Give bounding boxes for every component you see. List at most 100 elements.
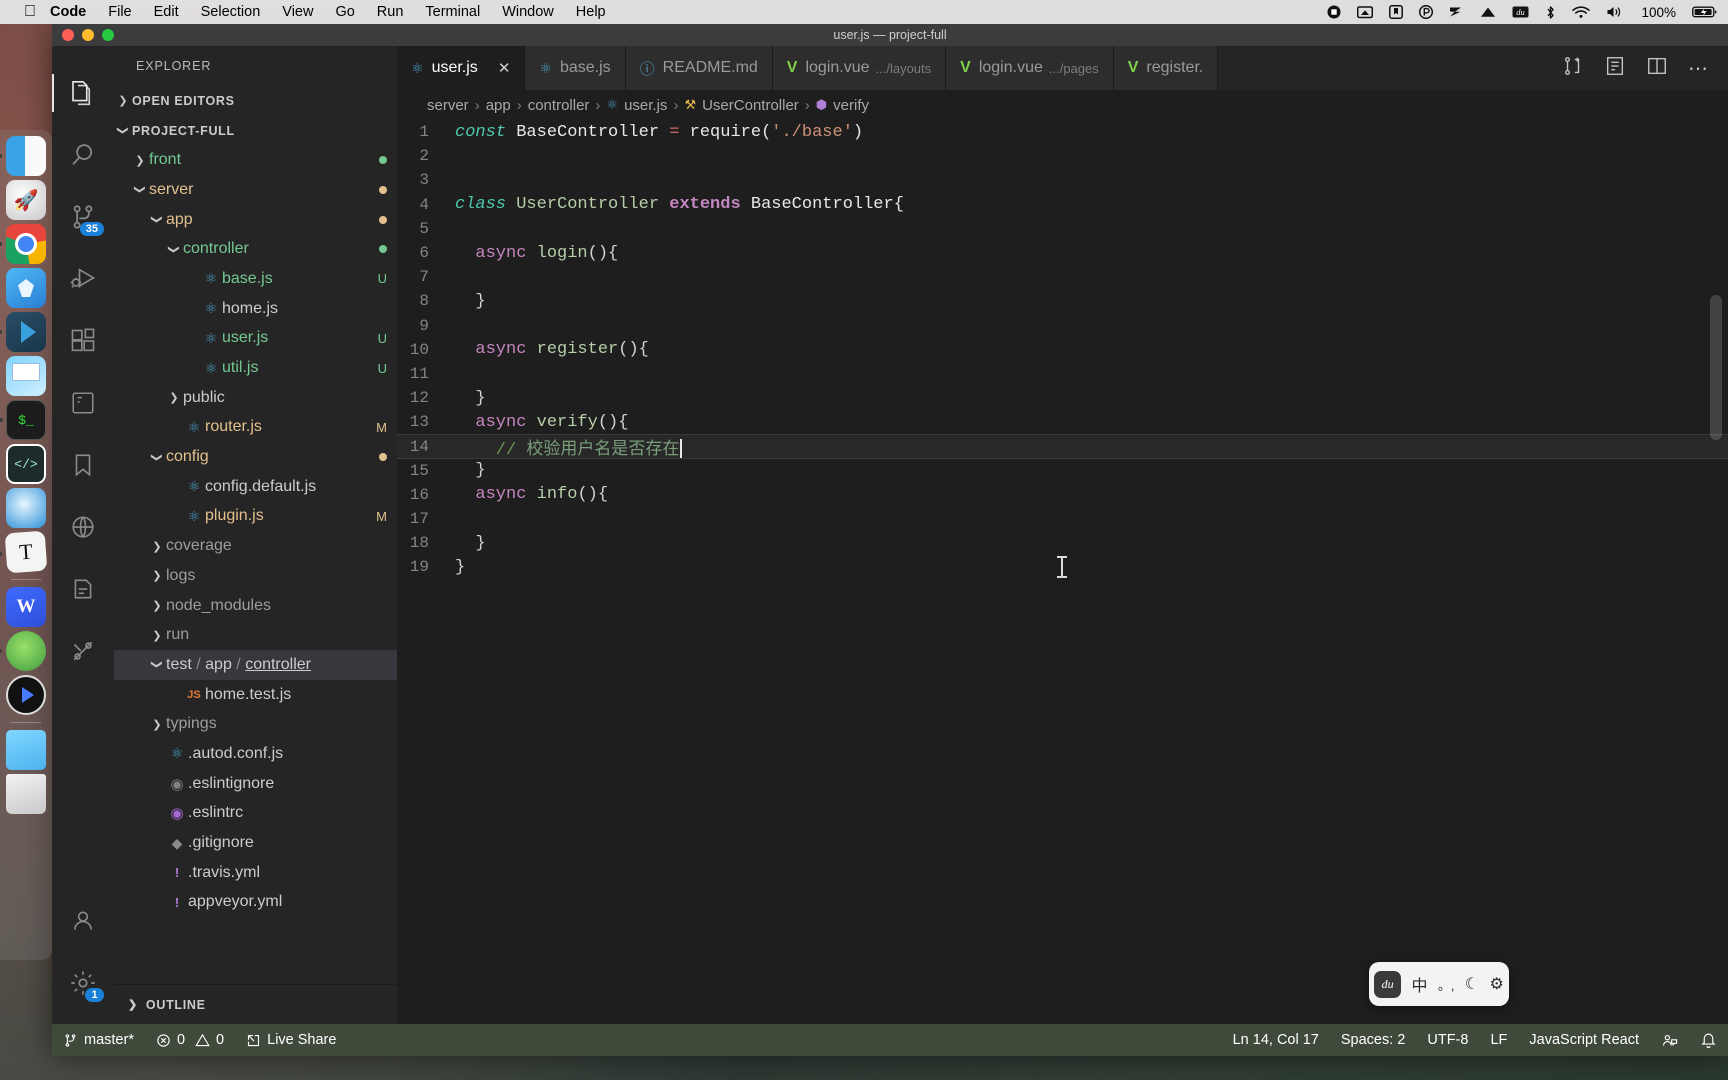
tree-item-test-app-controller[interactable]: ❯ test / app / controller: [114, 650, 397, 680]
status-language-mode[interactable]: JavaScript React: [1518, 1024, 1650, 1056]
code-line[interactable]: 6 async login(){: [397, 241, 1728, 265]
triangle-icon[interactable]: [1480, 5, 1496, 19]
ime-moon-icon[interactable]: ☾: [1465, 974, 1479, 994]
breadcrumb-item-controller[interactable]: controller: [528, 97, 590, 114]
dock-trash-icon[interactable]: [6, 774, 46, 814]
code-line[interactable]: 2: [397, 144, 1728, 168]
close-tab-icon[interactable]: ✕: [498, 59, 511, 77]
tree-item-run[interactable]: ❯ run: [114, 620, 397, 650]
menu-item-edit[interactable]: Edit: [154, 4, 179, 20]
baidu-ime-logo-icon[interactable]: du: [1374, 970, 1402, 998]
tree-item-util.js[interactable]: ⚛ util.js U: [114, 353, 397, 383]
activity-bookmarks[interactable]: [52, 434, 114, 496]
bluetooth-icon[interactable]: [1545, 5, 1556, 20]
status-eol[interactable]: LF: [1479, 1024, 1518, 1056]
dock-finder-icon[interactable]: [6, 136, 46, 176]
menu-item-terminal[interactable]: Terminal: [425, 4, 480, 20]
tab-base-js[interactable]: ⚛ base.js: [525, 46, 626, 90]
menu-item-help[interactable]: Help: [576, 4, 606, 20]
volume-icon[interactable]: [1606, 5, 1623, 19]
activity-settings[interactable]: 1: [52, 952, 114, 1014]
activity-remote[interactable]: [52, 372, 114, 434]
activity-todo[interactable]: [52, 558, 114, 620]
code-line[interactable]: 4 class UserController extends BaseContro…: [397, 193, 1728, 217]
status-indentation[interactable]: Spaces: 2: [1330, 1024, 1417, 1056]
menu-item-window[interactable]: Window: [502, 4, 554, 20]
breadcrumb-item-usercontroller[interactable]: ⚒ UserController: [684, 97, 798, 114]
tree-section-project-full[interactable]: ❯ PROJECT-FULL: [114, 116, 397, 146]
activity-accounts[interactable]: [52, 890, 114, 952]
dock-media-player-icon[interactable]: [6, 675, 46, 715]
tree-item-logs[interactable]: ❯ logs: [114, 561, 397, 591]
tab-user-js[interactable]: ⚛ user.js ✕: [397, 46, 526, 90]
code-line[interactable]: 8 }: [397, 289, 1728, 313]
code-line[interactable]: 17: [397, 507, 1728, 531]
menu-item-file[interactable]: File: [108, 4, 131, 20]
tab-register-[interactable]: Vregister.: [1113, 46, 1219, 90]
activity-browser-preview[interactable]: [52, 496, 114, 558]
dock-downloads-folder-icon[interactable]: [6, 730, 46, 770]
code-line[interactable]: 10 async register(){: [397, 338, 1728, 362]
code-line[interactable]: 18 }: [397, 531, 1728, 555]
activity-extensions[interactable]: [52, 310, 114, 372]
code-line[interactable]: 15 }: [397, 459, 1728, 483]
tree-item-.eslintrc[interactable]: ◉ .eslintrc: [114, 799, 397, 829]
record-icon[interactable]: [1327, 5, 1341, 19]
status-notifications-icon[interactable]: [1689, 1024, 1728, 1056]
tree-item-home.test.js[interactable]: JS home.test.js: [114, 680, 397, 710]
tree-item-appveyor.yml[interactable]: ! appveyor.yml: [114, 888, 397, 918]
tab-login-vue-pages[interactable]: Vlogin.vue .../pages: [946, 46, 1114, 90]
breadcrumb-item-user-js[interactable]: ⚛ user.js: [606, 97, 667, 114]
tree-item-router.js[interactable]: ⚛ router.js M: [114, 413, 397, 443]
dock-terminal-icon[interactable]: $_: [6, 400, 46, 440]
outline-section[interactable]: ❯ OUTLINE: [114, 984, 397, 1024]
more-actions-icon[interactable]: ⋯: [1688, 56, 1710, 81]
code-line[interactable]: 9: [397, 314, 1728, 338]
tree-item-front[interactable]: ❯ front: [114, 145, 397, 175]
dock-launchpad-icon[interactable]: 🚀: [6, 180, 46, 220]
status-feedback-icon[interactable]: [1650, 1024, 1689, 1056]
breadcrumb-item-verify[interactable]: ⬢ verify: [816, 97, 869, 114]
ime-punctuation-icon[interactable]: 。,: [1438, 975, 1455, 994]
tree-item-.autod.conf.js[interactable]: ⚛ .autod.conf.js: [114, 739, 397, 769]
dock-chrome-icon[interactable]: [6, 224, 46, 264]
dock-typora-icon[interactable]: T: [4, 530, 48, 574]
activity-git-graph[interactable]: [52, 620, 114, 682]
open-changes-icon[interactable]: [1604, 55, 1626, 82]
popclip-icon[interactable]: [1419, 5, 1434, 19]
tree-item-server[interactable]: ❯ server: [114, 175, 397, 205]
breadcrumb-item-app[interactable]: app: [486, 97, 511, 114]
ime-settings-gear-icon[interactable]: ⚙: [1489, 974, 1503, 994]
status-encoding[interactable]: UTF-8: [1416, 1024, 1479, 1056]
tree-item-config.default.js[interactable]: ⚛ config.default.js: [114, 472, 397, 502]
snipaste-icon[interactable]: [1449, 5, 1464, 19]
tree-item-node_modules[interactable]: ❯ node_modules: [114, 591, 397, 621]
code-line[interactable]: 16 async info(){: [397, 483, 1728, 507]
status-problems[interactable]: 0 0: [145, 1024, 235, 1056]
code-line[interactable]: 7: [397, 265, 1728, 289]
menu-item-code[interactable]: Code: [50, 4, 86, 20]
status-live-share[interactable]: Live Share: [235, 1024, 347, 1056]
battery-icon[interactable]: [1692, 5, 1718, 19]
tree-section-open-editors[interactable]: ❯ OPEN EDITORS: [114, 86, 397, 116]
tree-item-public[interactable]: ❯ public: [114, 383, 397, 413]
tab-readme-md[interactable]: ⓘ README.md: [625, 46, 773, 90]
menu-item-run[interactable]: Run: [377, 4, 404, 20]
dock-keynote-icon[interactable]: [6, 356, 46, 396]
code-line[interactable]: 14 // 校验用户名是否存在: [397, 434, 1728, 460]
activity-debug[interactable]: [52, 248, 114, 310]
bookmark-icon[interactable]: [1389, 5, 1404, 19]
activity-search[interactable]: [52, 124, 114, 186]
baidu-icon[interactable]: du: [1512, 5, 1529, 19]
tree-item-.eslintignore[interactable]: ◉ .eslintignore: [114, 769, 397, 799]
wifi-icon[interactable]: [1572, 5, 1591, 19]
tree-item-user.js[interactable]: ⚛ user.js U: [114, 324, 397, 354]
dock-safari-icon[interactable]: [6, 488, 46, 528]
split-editor-icon[interactable]: [1646, 55, 1668, 82]
breadcrumb-item-server[interactable]: server: [427, 97, 469, 114]
dock-sketch-icon[interactable]: [6, 268, 46, 308]
tree-item-.travis.yml[interactable]: ! .travis.yml: [114, 858, 397, 888]
tree-item-.gitignore[interactable]: ◆ .gitignore: [114, 828, 397, 858]
code-line[interactable]: 1 const BaseController = require('./base'…: [397, 120, 1728, 144]
tree-item-config[interactable]: ❯ config: [114, 442, 397, 472]
